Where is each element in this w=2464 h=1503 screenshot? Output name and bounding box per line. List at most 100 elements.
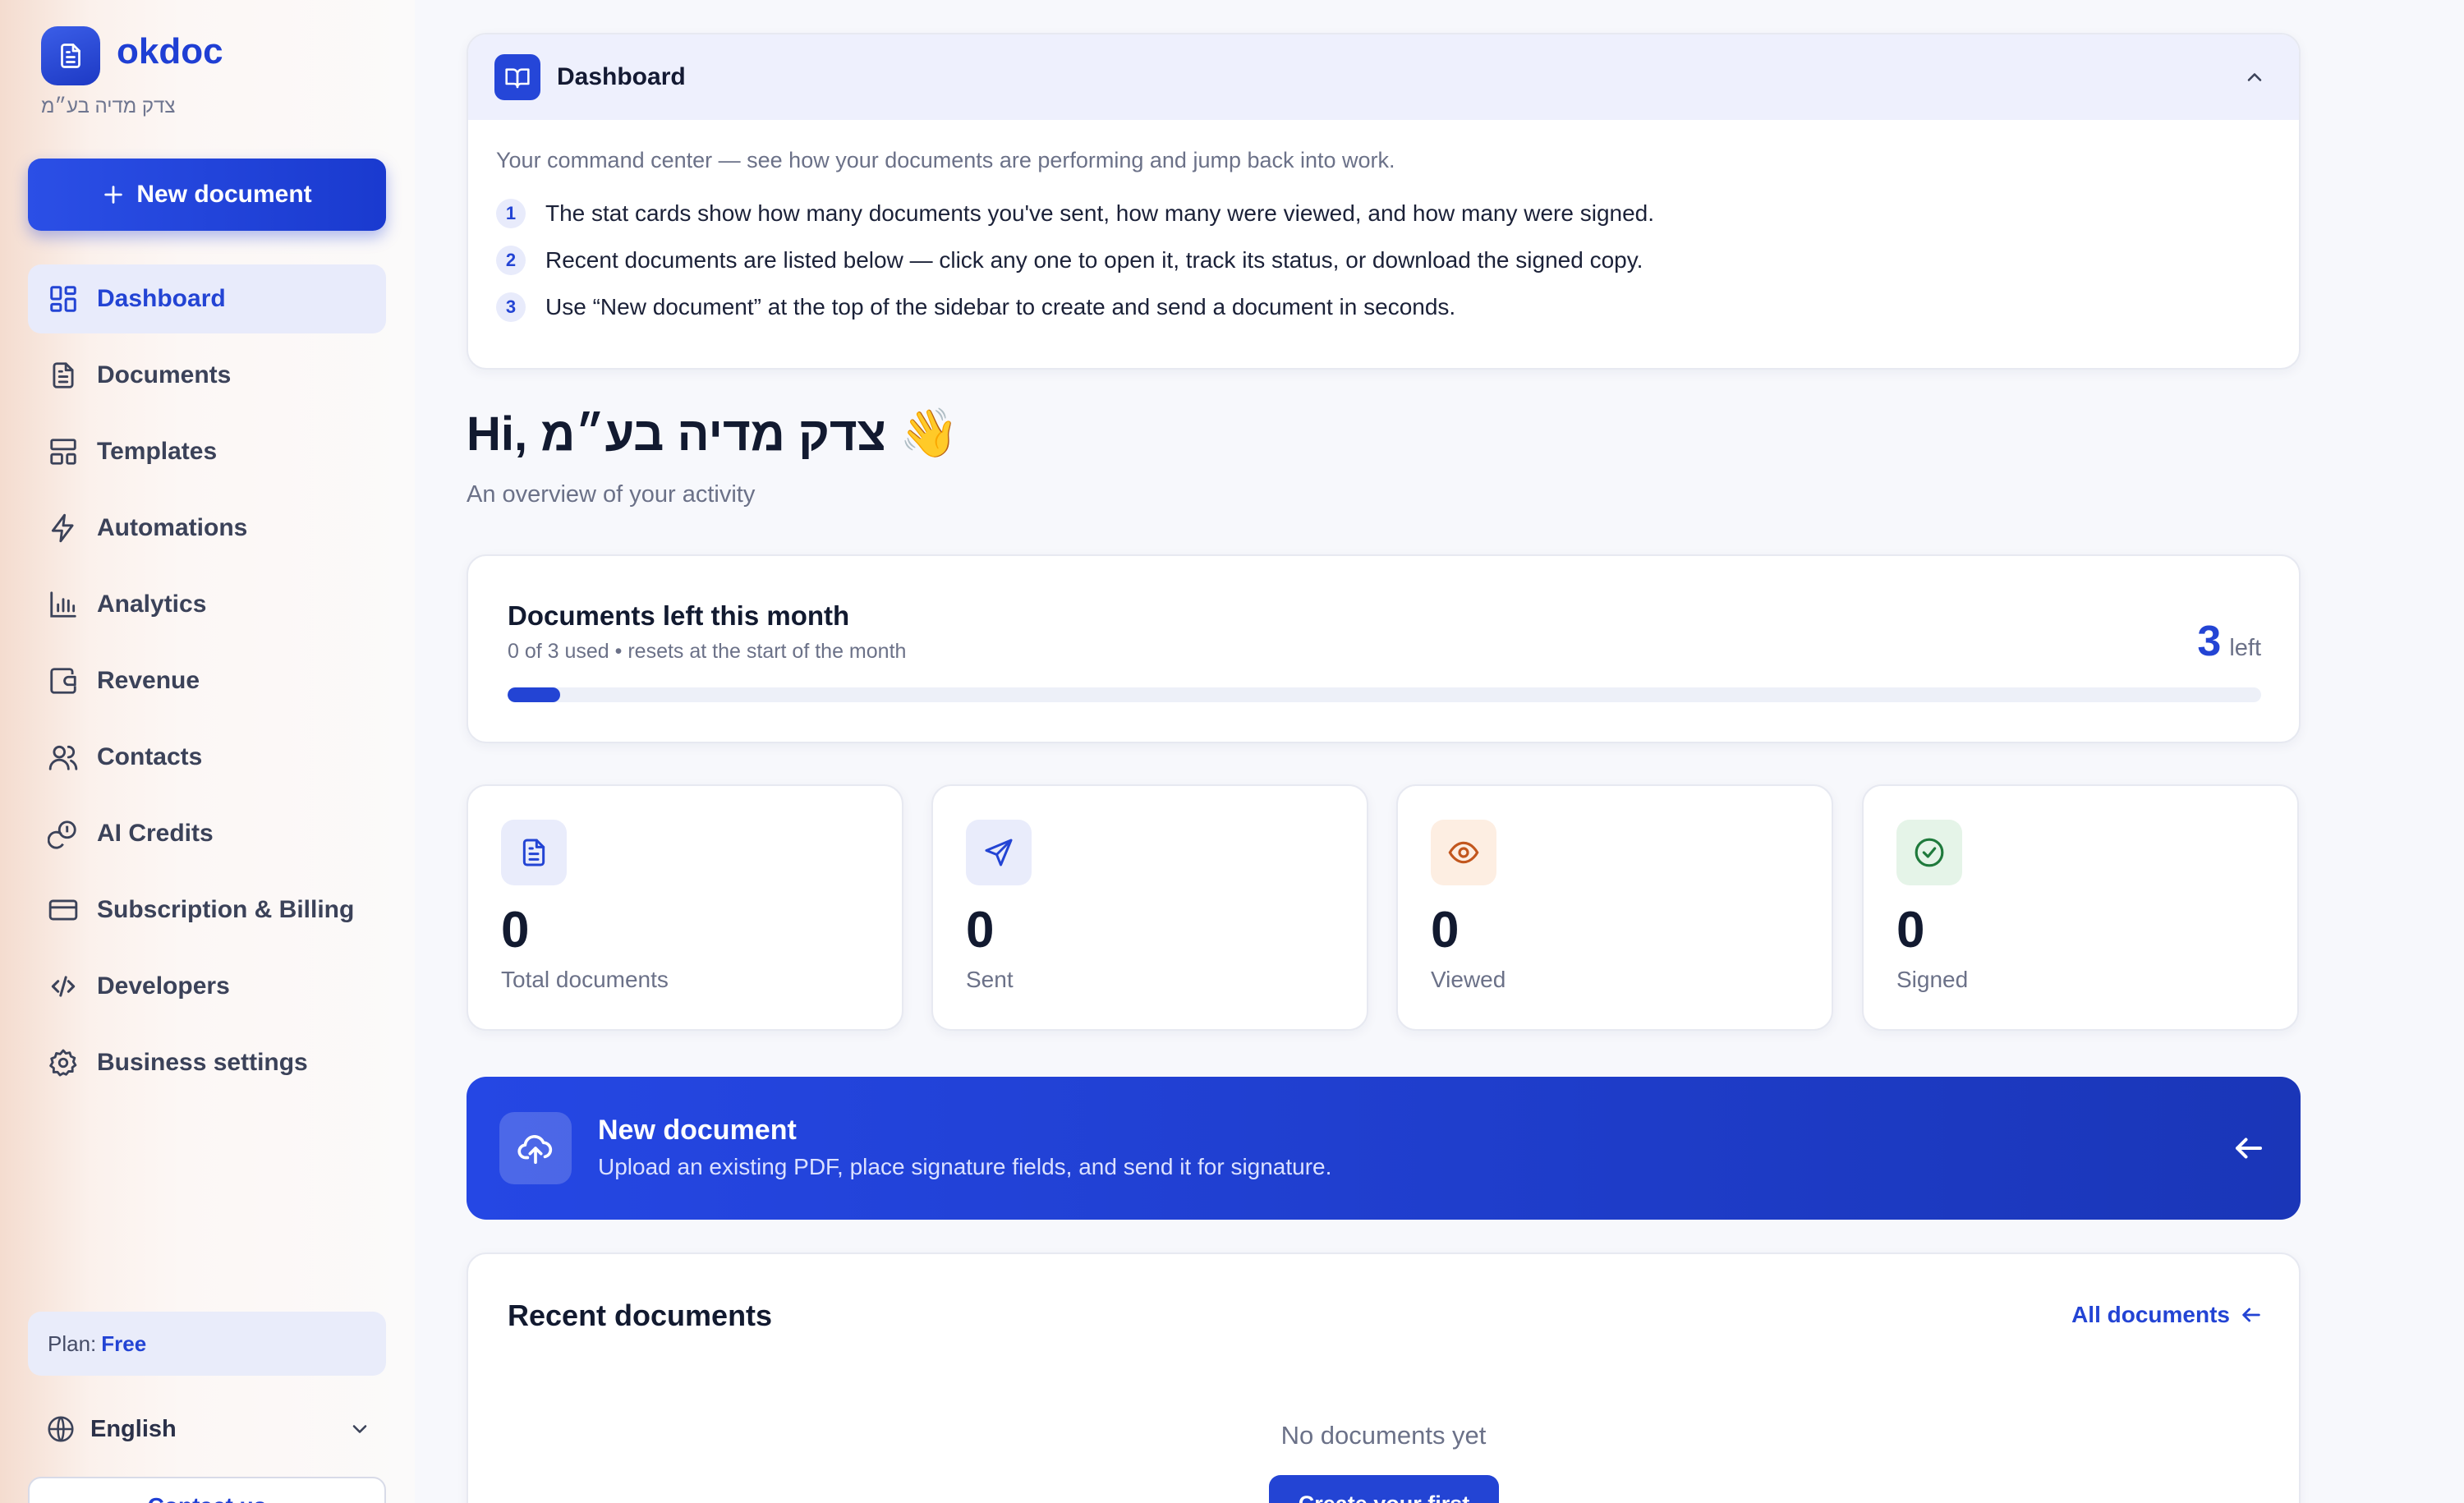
- monthly-quota-card: Documents left this month 0 of 3 used • …: [467, 554, 2301, 743]
- all-documents-label: All documents: [2071, 1302, 2230, 1327]
- help-intro: Your command center — see how your docum…: [496, 148, 1395, 172]
- dashboard-help-panel: Dashboard Your command center — see how …: [467, 33, 2301, 370]
- sidebar-item-label: Revenue: [97, 667, 200, 694]
- sidebar-item-business-settings[interactable]: Business settings: [28, 1028, 386, 1097]
- sidebar-item-label: AI Credits: [97, 820, 214, 847]
- help-step: 2 Recent documents are listed below — cl…: [468, 246, 2299, 275]
- stat-card-total[interactable]: 0 Total documents: [467, 784, 903, 1031]
- stat-value: 0: [1431, 902, 1460, 958]
- sidebar-item-documents[interactable]: Documents: [28, 341, 386, 410]
- stat-label: Signed: [1896, 967, 1969, 992]
- document-icon: [501, 820, 567, 885]
- organization-name: צדק מדיה בע״מ: [41, 95, 176, 117]
- plan-label: Plan:: [48, 1331, 97, 1356]
- page-title: Hi, צדק מדיה בע״מ 👋: [467, 406, 958, 462]
- templates-icon: [50, 439, 76, 465]
- greeting-text: Hi, צדק מדיה בע״מ: [467, 407, 886, 461]
- brand-name[interactable]: okdoc: [117, 31, 223, 72]
- contact-us-button[interactable]: Contact us: [28, 1477, 386, 1503]
- help-panel-header[interactable]: Dashboard: [468, 34, 2299, 120]
- bar-chart-icon: [50, 591, 76, 618]
- quota-progress-bar: [508, 687, 2261, 702]
- gear-icon: [49, 1049, 77, 1077]
- sidebar-item-contacts[interactable]: Contacts: [28, 723, 386, 792]
- stat-label: Sent: [966, 967, 1014, 992]
- sidebar: okdoc צדק מדיה בע״מ New document Dashboa…: [0, 0, 415, 1503]
- cloud-upload-icon: [499, 1112, 572, 1184]
- quota-subtitle: 0 of 3 used • resets at the start of the…: [508, 640, 907, 663]
- new-document-banner[interactable]: New document Upload an existing PDF, pla…: [467, 1077, 2301, 1220]
- quota-remaining-count: 3: [2197, 618, 2222, 665]
- quota-remaining-label: left: [2229, 635, 2261, 661]
- empty-state-text: No documents yet: [1280, 1421, 1487, 1450]
- sidebar-item-analytics[interactable]: Analytics: [28, 570, 386, 639]
- stat-value: 0: [501, 902, 530, 958]
- sidebar-item-ai-credits[interactable]: AI Credits: [28, 799, 386, 868]
- create-first-document-button[interactable]: Create your first: [1269, 1475, 1499, 1503]
- step-text: Recent documents are listed below — clic…: [545, 247, 1643, 273]
- new-document-label: New document: [136, 181, 312, 208]
- sidebar-item-label: Contacts: [97, 743, 203, 770]
- contact-us-label: Contact us: [148, 1493, 267, 1503]
- page-subtitle: An overview of your activity: [467, 481, 756, 508]
- sidebar-item-label: Developers: [97, 972, 230, 1000]
- stat-card-viewed[interactable]: 0 Viewed: [1396, 784, 1833, 1031]
- help-step: 3 Use “New document” at the top of the s…: [468, 292, 2299, 322]
- chevron-down-icon: [352, 1425, 367, 1433]
- wallet-icon: [50, 668, 76, 694]
- banner-title: New document: [598, 1115, 797, 1146]
- step-number: 3: [496, 292, 526, 322]
- send-icon: [966, 820, 1032, 885]
- sidebar-item-label: Automations: [97, 514, 248, 541]
- arrow-left-icon: [2242, 1308, 2260, 1322]
- plus-icon: [104, 186, 123, 204]
- quota-title: Documents left this month: [508, 600, 850, 631]
- stat-label: Viewed: [1431, 967, 1506, 992]
- plan-value: Free: [101, 1331, 147, 1356]
- credit-card-icon: [48, 899, 78, 921]
- banner-subtitle: Upload an existing PDF, place signature …: [598, 1154, 1332, 1179]
- language-label: English: [90, 1415, 177, 1442]
- users-icon: [48, 745, 78, 770]
- stat-value: 0: [966, 902, 995, 958]
- sidebar-item-label: Dashboard: [97, 285, 226, 312]
- stat-card-sent[interactable]: 0 Sent: [931, 784, 1368, 1031]
- chevron-up-icon[interactable]: [2243, 66, 2266, 89]
- sidebar-item-templates[interactable]: Templates: [28, 417, 386, 486]
- sidebar-item-label: Business settings: [97, 1049, 308, 1076]
- sidebar-item-automations[interactable]: Automations: [28, 494, 386, 563]
- sidebar-item-subscription-billing[interactable]: Subscription & Billing: [28, 876, 386, 945]
- coins-icon: [48, 820, 76, 849]
- quota-remaining: 3 left: [2197, 617, 2261, 666]
- sidebar-item-dashboard[interactable]: Dashboard: [28, 264, 386, 333]
- arrow-left-icon: [2235, 1138, 2263, 1159]
- step-number: 2: [496, 246, 526, 275]
- step-text: The stat cards show how many documents y…: [545, 200, 1655, 226]
- step-text: Use “New document” at the top of the sid…: [545, 294, 1456, 319]
- sidebar-nav: Dashboard Documents Templates Automation…: [28, 264, 386, 1105]
- recent-documents-title: Recent documents: [508, 1298, 773, 1332]
- sidebar-item-label: Analytics: [97, 591, 207, 618]
- new-document-button[interactable]: New document: [28, 159, 386, 231]
- globe-icon: [48, 1416, 74, 1442]
- sidebar-item-label: Templates: [97, 438, 218, 465]
- language-selector[interactable]: English: [46, 1409, 371, 1449]
- logo-icon[interactable]: [41, 26, 100, 85]
- create-first-label: Create your first: [1299, 1492, 1470, 1503]
- stat-label: Total documents: [501, 967, 669, 992]
- dashboard-icon: [50, 286, 76, 312]
- code-icon: [51, 976, 76, 997]
- sidebar-item-developers[interactable]: Developers: [28, 952, 386, 1021]
- quota-progress-fill: [508, 687, 561, 702]
- eye-icon: [1431, 820, 1496, 885]
- help-step: 1 The stat cards show how many documents…: [468, 199, 2299, 228]
- all-documents-link[interactable]: All documents: [2071, 1302, 2263, 1328]
- sidebar-item-label: Documents: [97, 361, 232, 388]
- check-circle-icon: [1896, 820, 1962, 885]
- lightning-icon: [51, 513, 74, 543]
- plan-badge[interactable]: Plan: Free: [28, 1312, 386, 1376]
- step-number: 1: [496, 199, 526, 228]
- stat-card-signed[interactable]: 0 Signed: [1862, 784, 2299, 1031]
- book-icon: [494, 54, 540, 100]
- sidebar-item-revenue[interactable]: Revenue: [28, 646, 386, 715]
